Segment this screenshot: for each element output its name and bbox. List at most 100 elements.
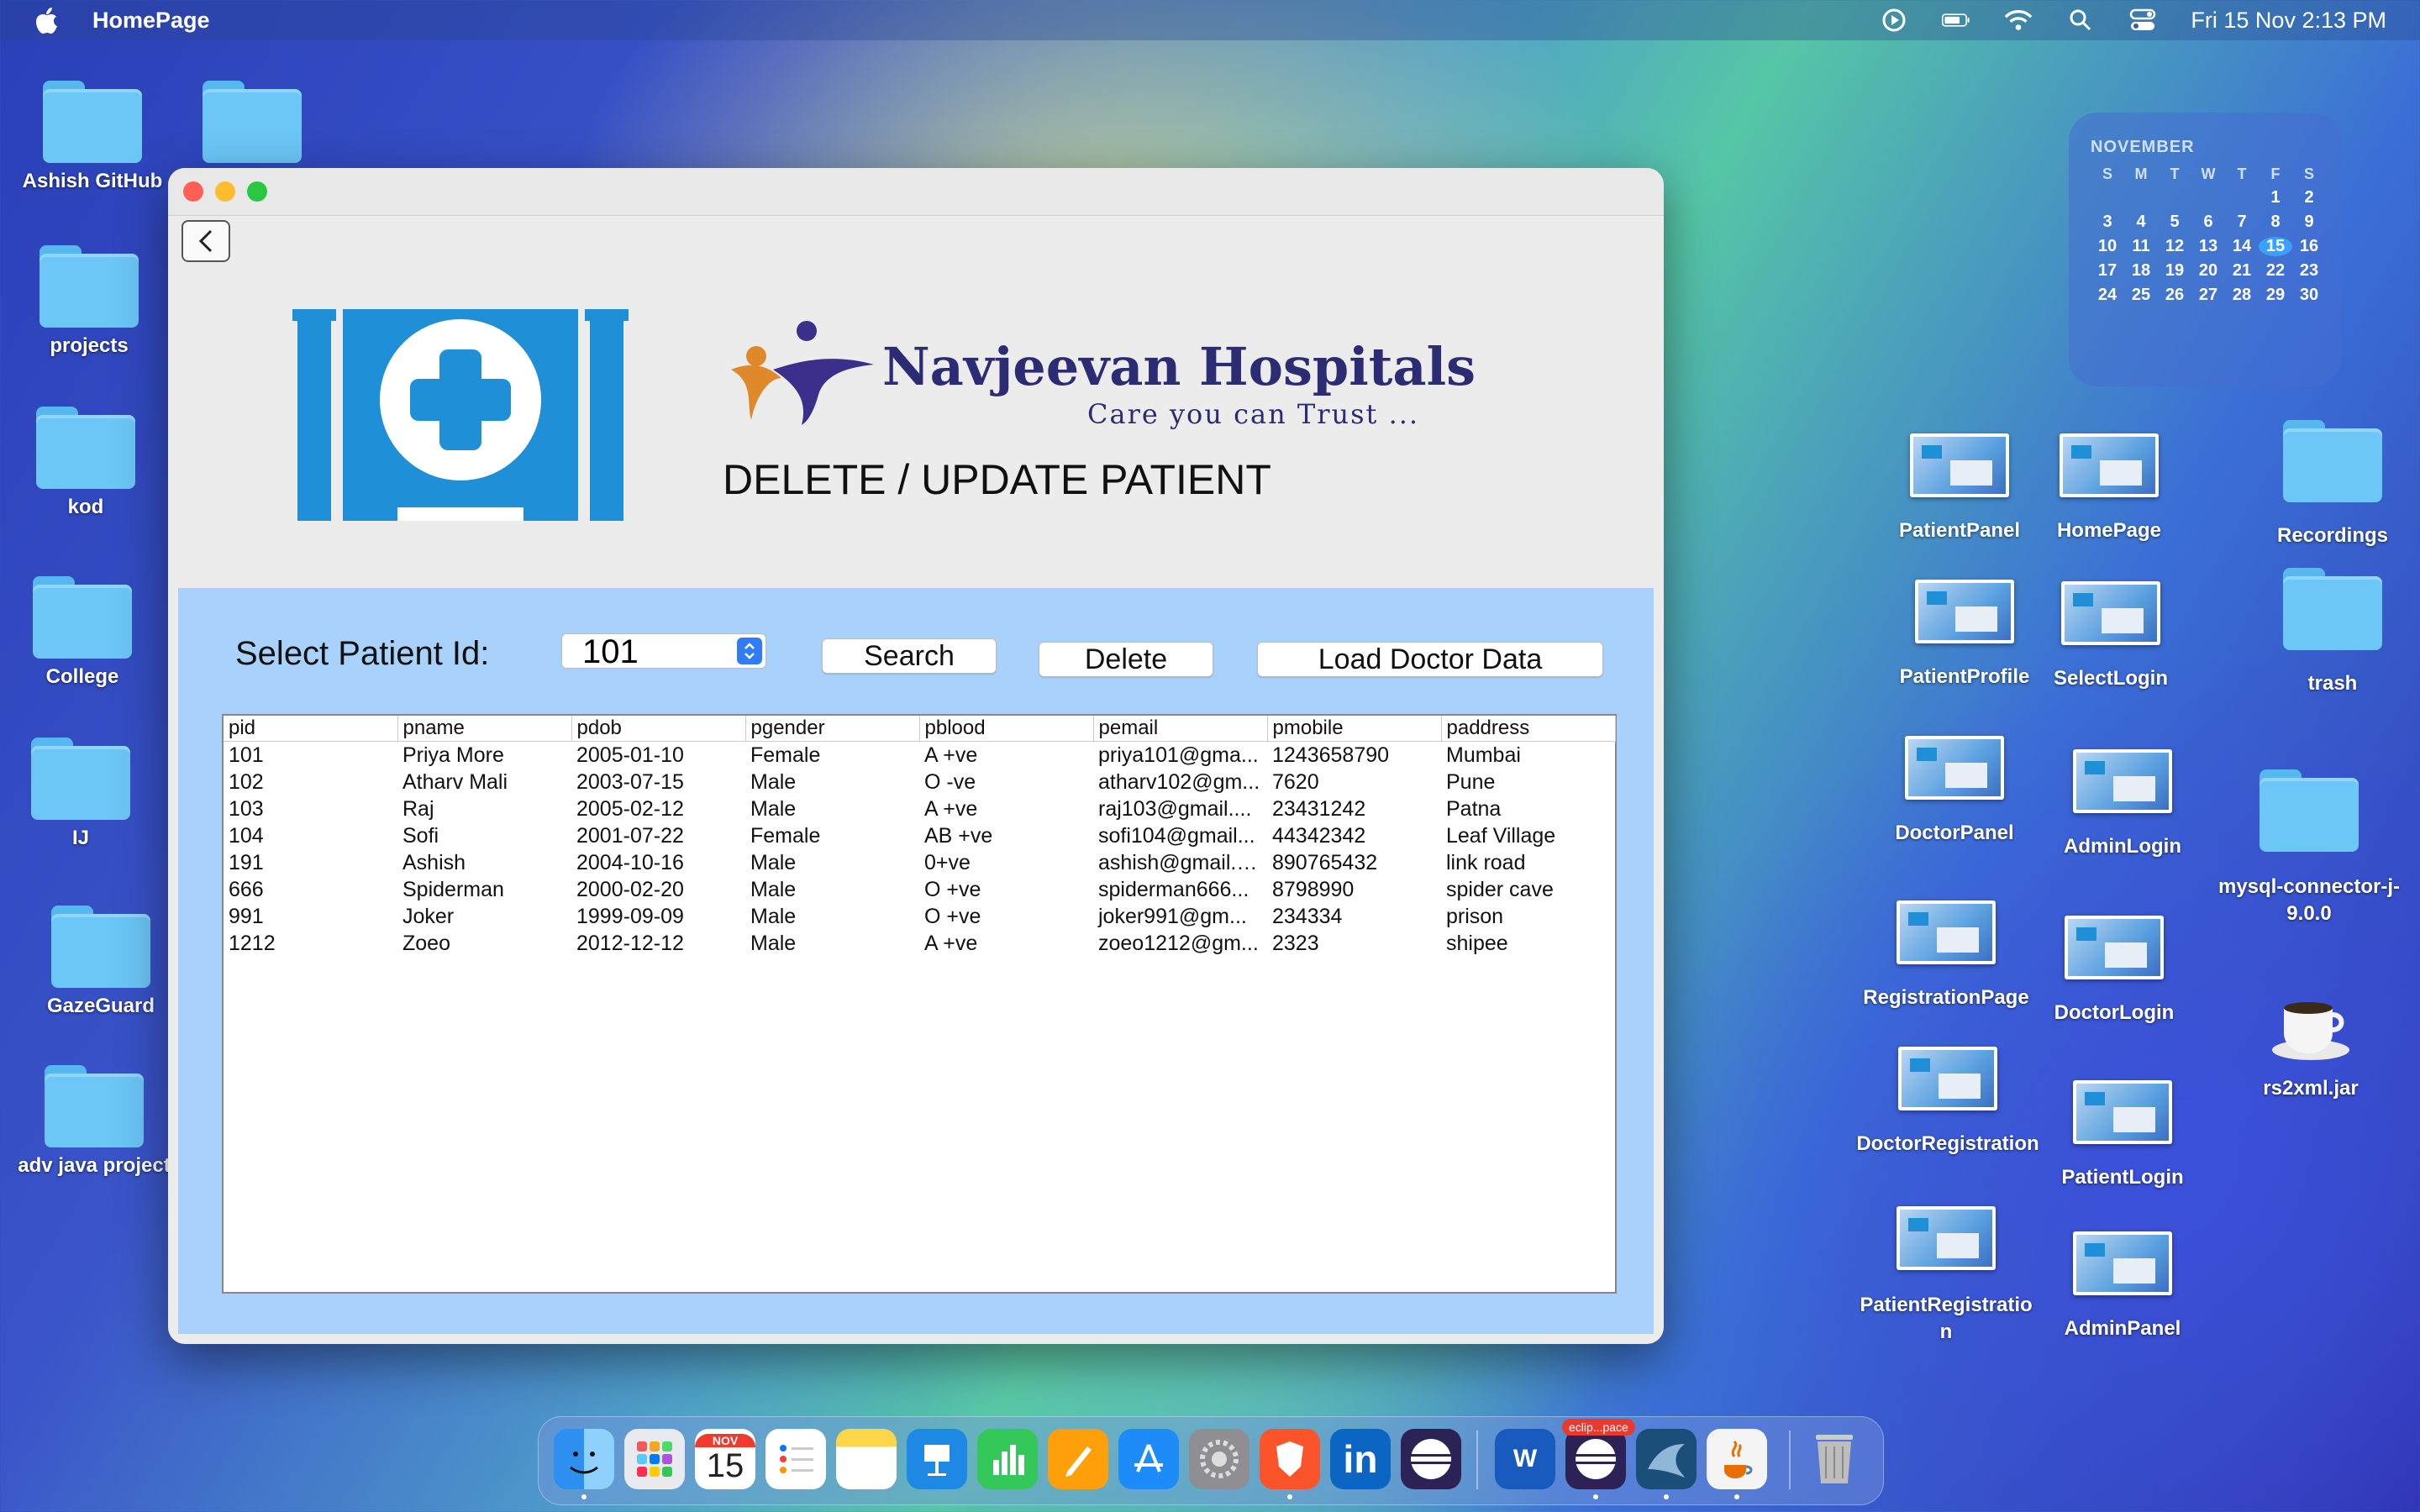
table-cell[interactable]: ashish@gmail.c... — [1093, 849, 1267, 876]
table-cell[interactable]: 2000-02-20 — [571, 876, 745, 903]
table-cell[interactable]: Mumbai — [1441, 742, 1615, 769]
table-cell[interactable]: 890765432 — [1267, 849, 1441, 876]
table-cell[interactable]: Raj — [397, 795, 571, 822]
desktop-file-patientlogin[interactable]: PatientLogin — [2030, 1080, 2215, 1189]
calendar-app-icon[interactable]: NOV 15 — [695, 1429, 755, 1489]
pages-icon[interactable] — [1048, 1429, 1108, 1489]
menu-datetime[interactable]: Fri 15 Nov 2:13 PM — [2191, 8, 2386, 34]
menu-app-name[interactable]: HomePage — [92, 8, 210, 34]
calendar-day[interactable]: 8 — [2259, 213, 2292, 232]
calendar-day[interactable]: 20 — [2191, 261, 2225, 281]
column-header[interactable]: pemail — [1093, 716, 1268, 742]
numbers-icon[interactable] — [977, 1429, 1038, 1489]
calendar-day[interactable]: 19 — [2158, 261, 2191, 281]
desktop-file-adminpanel[interactable]: AdminPanel — [2030, 1231, 2215, 1341]
app-store-icon[interactable] — [1118, 1429, 1179, 1489]
table-cell[interactable]: 44342342 — [1267, 822, 1441, 849]
table-cell[interactable]: 1243658790 — [1267, 742, 1441, 769]
finder-icon[interactable] — [554, 1429, 614, 1489]
patient-id-dropdown[interactable]: 101 — [561, 633, 766, 669]
table-cell[interactable]: Male — [745, 795, 919, 822]
table-row[interactable]: 101 Priya More 2005-01-10 Female A +ve priya1… — [224, 742, 1615, 769]
calendar-day[interactable]: 28 — [2225, 286, 2259, 305]
table-cell[interactable]: 2004-10-16 — [571, 849, 745, 876]
table-cell[interactable]: Pune — [1441, 769, 1615, 795]
table-cell[interactable]: joker991@gm... — [1093, 903, 1267, 930]
table-row[interactable]: 1212 Zoeo 2012-12-12 Male A +ve zoeo1212@gm..… — [224, 930, 1615, 957]
calendar-day[interactable] — [2191, 188, 2225, 207]
table-cell[interactable]: Female — [745, 742, 919, 769]
calendar-day[interactable]: 24 — [2091, 286, 2124, 305]
calendar-day[interactable]: 2 — [2292, 188, 2326, 207]
calendar-day[interactable]: 6 — [2191, 213, 2225, 232]
table-cell[interactable]: 103 — [224, 795, 397, 822]
table-cell[interactable]: 104 — [224, 822, 397, 849]
calendar-day[interactable] — [2124, 188, 2158, 207]
search-icon[interactable] — [2066, 8, 2095, 33]
calendar-today[interactable]: 15 — [2259, 237, 2292, 256]
table-cell[interactable]: link road — [1441, 849, 1615, 876]
calendar-day[interactable]: 23 — [2292, 261, 2326, 281]
table-row[interactable]: 104 Sofi 2001-07-22 Female AB +ve sofi104@gma… — [224, 822, 1615, 849]
linkedin-icon[interactable]: in — [1330, 1429, 1391, 1489]
table-cell[interactable]: Leaf Village — [1441, 822, 1615, 849]
calendar-day[interactable]: 30 — [2292, 286, 2326, 305]
calendar-widget[interactable]: NOVEMBER S M T W T F S 1 2 3 4 5 6 7 8 9 10 11 12 13 14 15 16 1… — [2069, 113, 2341, 386]
calendar-day[interactable] — [2158, 188, 2191, 207]
table-cell[interactable]: Sofi — [397, 822, 571, 849]
table-cell[interactable]: shipee — [1441, 930, 1615, 957]
table-cell[interactable]: 2012-12-12 — [571, 930, 745, 957]
table-cell[interactable]: Male — [745, 769, 919, 795]
desktop-file-registrationpage[interactable]: RegistrationPage — [1854, 900, 2039, 1010]
table-cell[interactable]: spider cave — [1441, 876, 1615, 903]
desktop-file-adminlogin[interactable]: AdminLogin — [2030, 749, 2215, 858]
desktop-folder-ij[interactable]: IJ — [0, 738, 173, 850]
table-cell[interactable]: 101 — [224, 742, 397, 769]
calendar-day[interactable]: 9 — [2292, 213, 2326, 232]
table-cell[interactable]: atharv102@gm... — [1093, 769, 1267, 795]
calendar-day[interactable]: 16 — [2292, 237, 2326, 256]
apple-icon[interactable] — [34, 6, 59, 34]
calendar-day[interactable]: 7 — [2225, 213, 2259, 232]
desktop-file-doctorlogin[interactable]: DoctorLogin — [2022, 916, 2207, 1025]
desktop-folder-adv-java-project[interactable]: adv java project — [2, 1065, 187, 1178]
column-header[interactable]: pmobile — [1267, 716, 1442, 742]
table-cell[interactable]: Ashish — [397, 849, 571, 876]
table-cell[interactable]: Male — [745, 876, 919, 903]
table-row[interactable]: 191 Ashish 2004-10-16 Male 0+ve ashish@gmail.… — [224, 849, 1615, 876]
table-cell[interactable]: 7620 — [1267, 769, 1441, 795]
calendar-day[interactable] — [2225, 188, 2259, 207]
table-cell[interactable]: Male — [745, 849, 919, 876]
table-cell[interactable]: Priya More — [397, 742, 571, 769]
chevron-updown-icon[interactable] — [737, 638, 762, 664]
calendar-day[interactable]: 10 — [2091, 237, 2124, 256]
table-cell[interactable]: Male — [745, 930, 919, 957]
table-cell[interactable]: priya101@gma... — [1093, 742, 1267, 769]
close-icon[interactable] — [183, 181, 203, 202]
table-cell[interactable]: zoeo1212@gm... — [1093, 930, 1267, 957]
calendar-day[interactable]: 18 — [2124, 261, 2158, 281]
table-cell[interactable]: 2001-07-22 — [571, 822, 745, 849]
desktop-folder-college[interactable]: College — [0, 576, 175, 689]
table-cell[interactable]: raj103@gmail.... — [1093, 795, 1267, 822]
calendar-day[interactable]: 5 — [2158, 213, 2191, 232]
calendar-day[interactable]: 14 — [2225, 237, 2259, 256]
wifi-icon[interactable] — [2004, 8, 2033, 33]
table-cell[interactable]: A +ve — [919, 930, 1093, 957]
keynote-icon[interactable] — [907, 1429, 967, 1489]
calendar-day[interactable]: 13 — [2191, 237, 2225, 256]
calendar-day[interactable]: 1 — [2259, 188, 2292, 207]
table-cell[interactable]: AB +ve — [919, 822, 1093, 849]
back-button[interactable] — [182, 220, 230, 262]
desktop-folder-gazeguard[interactable]: GazeGuard — [8, 906, 193, 1018]
table-cell[interactable]: 2323 — [1267, 930, 1441, 957]
desktop-file-selectlogin[interactable]: SelectLogin — [2018, 581, 2203, 690]
desktop-folder-trash[interactable]: trash — [2240, 568, 2420, 696]
column-header[interactable]: pdob — [571, 716, 746, 742]
mysql-workbench-icon[interactable] — [1636, 1429, 1697, 1489]
brave-browser-icon[interactable] — [1260, 1429, 1320, 1489]
desktop-folder-unnamed[interactable] — [160, 81, 345, 163]
table-cell[interactable]: 8798990 — [1267, 876, 1441, 903]
table-cell[interactable]: Male — [745, 903, 919, 930]
table-cell[interactable]: 2005-02-12 — [571, 795, 745, 822]
